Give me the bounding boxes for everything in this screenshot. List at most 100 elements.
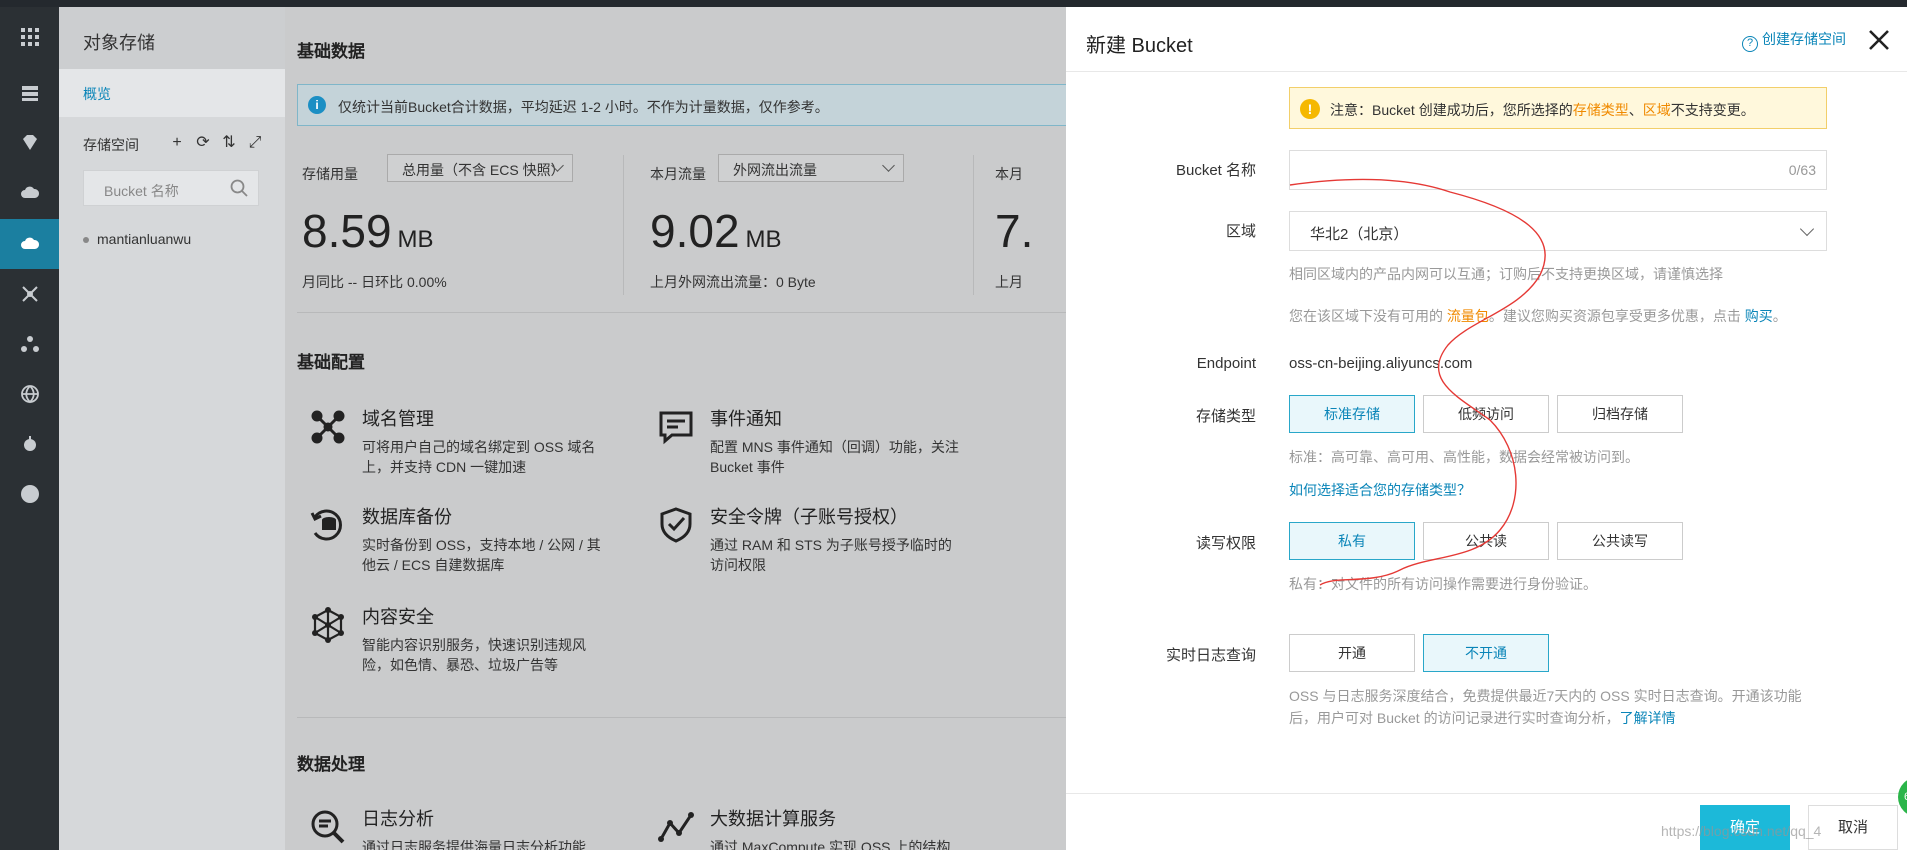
feature-desc: 可将用户自己的域名绑定到 OSS 域名上，并支持 CDN 一键加速 bbox=[362, 439, 596, 475]
storage-class-archive[interactable]: 归档存储 bbox=[1557, 395, 1683, 433]
log-desc: OSS 与日志服务深度结合，免费提供最近7天内的 OSS 实时日志查询。开通该功… bbox=[1289, 688, 1802, 726]
info-icon: i bbox=[308, 96, 326, 114]
traffic-select[interactable]: 外网流出流量 bbox=[718, 154, 904, 182]
console-background: 对象存储 概览 存储空间 + ⟳ ⇅ ⤢ Bucket 名称 mantianlu… bbox=[59, 7, 1077, 850]
data-processing-title: 数据处理 bbox=[297, 755, 365, 774]
server-icon[interactable] bbox=[0, 68, 59, 118]
region-hint: 相同区域内的产品内网可以互通；订购后不支持更换区域，请谨慎选择 bbox=[1289, 266, 1723, 282]
create-storage-help-link[interactable]: ? 创建存储空间 bbox=[1742, 29, 1846, 52]
add-icon[interactable]: + bbox=[169, 135, 185, 151]
storage-space-label: 存储空间 bbox=[83, 137, 139, 153]
network-nodes-icon[interactable] bbox=[0, 269, 59, 319]
sidebar-nav: 对象存储 概览 存储空间 + ⟳ ⇅ ⤢ Bucket 名称 mantianlu… bbox=[59, 7, 285, 850]
sidebar-item-label: 概览 bbox=[83, 86, 111, 102]
stat-footer: 上月外网流出流量：0 Byte bbox=[650, 274, 816, 290]
storage-toolbar: + ⟳ ⇅ ⤢ bbox=[169, 135, 263, 151]
region-value: 华北2（北京） bbox=[1310, 226, 1409, 243]
sort-icon[interactable]: ⇅ bbox=[221, 135, 237, 151]
feature-title: 内容安全 bbox=[362, 607, 434, 627]
divider bbox=[623, 155, 624, 295]
feature-title: 大数据计算服务 bbox=[710, 809, 836, 829]
floating-badge[interactable]: 6 bbox=[1898, 777, 1907, 817]
feature-desc: 智能内容识别服务，快速识别违规风险，如色情、暴恐、垃圾广告等 bbox=[362, 637, 586, 673]
overview-main: 基础数据 i 仅统计当前Bucket合计数据，平均延迟 1-2 小时。不作为计量… bbox=[285, 7, 1077, 850]
storage-class-desc: 标准：高可靠、高可用、高性能，数据会经常被访问到。 bbox=[1289, 449, 1639, 465]
stat-footer: 月同比 -- 日环比 0.00% bbox=[302, 274, 447, 290]
bucket-name-input[interactable]: 0/63 bbox=[1289, 150, 1827, 190]
log-enable[interactable]: 开通 bbox=[1289, 634, 1415, 672]
stat-label: 本月流量 bbox=[650, 166, 706, 182]
hub-icon bbox=[312, 607, 344, 643]
feature-title: 日志分析 bbox=[362, 809, 434, 829]
realtime-log-label: 实时日志查询 bbox=[1165, 647, 1256, 664]
feature-desc: 配置 MNS 事件通知（回调）功能，关注 Bucket 事件 bbox=[710, 439, 959, 475]
nav-title: 对象存储 bbox=[83, 33, 155, 53]
close-icon[interactable] bbox=[1866, 27, 1892, 53]
stat-value: 9.02 MB bbox=[650, 205, 782, 257]
endpoint-value: oss-cn-beijing.aliyuncs.com bbox=[1289, 355, 1473, 372]
storage-class-standard[interactable]: 标准存储 bbox=[1289, 395, 1415, 433]
drawer-footer-divider bbox=[1066, 793, 1907, 794]
divider bbox=[297, 717, 1077, 718]
stat-value: 8.59 MB bbox=[302, 205, 434, 257]
gem-icon[interactable] bbox=[0, 118, 59, 168]
top-bar bbox=[0, 0, 1907, 7]
shield-check-icon bbox=[660, 507, 692, 543]
log-disable[interactable]: 不开通 bbox=[1423, 634, 1549, 672]
warning-text: 注意：Bucket 创建成功后，您所选择的存储类型、区域不支持变更。 bbox=[1330, 102, 1755, 118]
settings-cog-icon[interactable] bbox=[0, 419, 59, 469]
feature-title: 安全令牌（子账号授权） bbox=[710, 507, 908, 527]
search-placeholder: Bucket 名称 bbox=[104, 183, 179, 199]
bucket-list-item[interactable]: mantianluanwu bbox=[83, 231, 191, 247]
feature-desc: 通过 RAM 和 STS 为子账号授予临时的访问权限 bbox=[710, 537, 952, 573]
feature-desc: 实时备份到 OSS，支持本地 / 公网 / 其他云 / ECS 自建数据库 bbox=[362, 537, 601, 573]
log-search-icon bbox=[311, 810, 345, 844]
feature-desc: 通过 MaxCompute 实现 OSS 上的结构 bbox=[710, 839, 951, 850]
acl-label: 读写权限 bbox=[1195, 535, 1256, 552]
bucket-name-label: Bucket 名称 bbox=[1175, 162, 1256, 179]
bucket-search-input[interactable]: Bucket 名称 bbox=[83, 170, 259, 206]
basic-config-title: 基础配置 bbox=[297, 353, 365, 372]
acl-public-read-write[interactable]: 公共读写 bbox=[1557, 522, 1683, 560]
traffic-package-hint: 您在该区域下没有可用的 流量包。建议您购买资源包享受更多优惠，点击 购买。 bbox=[1289, 308, 1787, 324]
cluster-icon[interactable] bbox=[0, 319, 59, 369]
acl-desc: 私有：对文件的所有访问操作需要进行身份验证。 bbox=[1289, 576, 1597, 592]
storage-class-help-link[interactable]: 如何选择适合您的存储类型？ bbox=[1289, 480, 1471, 500]
refresh-icon[interactable]: ⟳ bbox=[195, 135, 211, 151]
divider bbox=[297, 312, 1077, 313]
stat-value: 7. bbox=[995, 205, 1034, 257]
basic-data-title: 基础数据 bbox=[297, 42, 365, 61]
info-notice: i 仅统计当前Bucket合计数据，平均延迟 1-2 小时。不作为计量数据，仅作… bbox=[297, 84, 1077, 126]
traffic-package-link[interactable]: 流量包 bbox=[1447, 308, 1489, 324]
fullscreen-icon[interactable]: ⤢ bbox=[247, 135, 263, 151]
search-icon[interactable] bbox=[230, 179, 248, 197]
acl-public-read[interactable]: 公共读 bbox=[1423, 522, 1549, 560]
storage-class-label: 存储类型 bbox=[1195, 408, 1256, 425]
storage-class-infrequent[interactable]: 低频访问 bbox=[1423, 395, 1549, 433]
buy-link[interactable]: 购买 bbox=[1745, 308, 1773, 324]
cloud-icon[interactable] bbox=[0, 168, 59, 218]
help-question-icon: ? bbox=[1742, 36, 1758, 52]
info-notice-text: 仅统计当前Bucket合计数据，平均延迟 1-2 小时。不作为计量数据，仅作参考… bbox=[338, 99, 829, 115]
storage-usage-select[interactable]: 总用量（不含 ECS 快照） bbox=[387, 154, 573, 182]
apps-grid-icon[interactable] bbox=[0, 12, 59, 62]
message-icon bbox=[659, 411, 693, 445]
watermark: https://blog.csdn.net/qq_4 bbox=[1661, 823, 1822, 839]
circle-icon[interactable] bbox=[0, 469, 59, 519]
oss-cloud-icon[interactable] bbox=[0, 219, 59, 269]
acl-private[interactable]: 私有 bbox=[1289, 522, 1415, 560]
region-select[interactable]: 华北2（北京） bbox=[1289, 211, 1827, 251]
feature-desc: 通过日志服务提供海量日志分析功能 bbox=[362, 839, 586, 850]
sidebar-item-overview[interactable]: 概览 bbox=[59, 69, 285, 117]
stat-label: 本月 bbox=[995, 166, 1023, 182]
feature-title: 域名管理 bbox=[362, 409, 434, 429]
drawer-title: 新建 Bucket bbox=[1086, 35, 1193, 57]
create-bucket-drawer: 新建 Bucket ? 创建存储空间 ! 注意：Bucket 创建成功后，您所选择… bbox=[1066, 7, 1907, 850]
cancel-button[interactable]: 取消 bbox=[1808, 805, 1898, 850]
globe-icon[interactable] bbox=[0, 369, 59, 419]
learn-more-link[interactable]: 了解详情 bbox=[1620, 710, 1676, 726]
endpoint-label: Endpoint bbox=[1196, 355, 1256, 372]
feature-title: 事件通知 bbox=[710, 409, 782, 429]
drawer-header-divider bbox=[1066, 71, 1907, 72]
warning-icon: ! bbox=[1300, 99, 1320, 119]
